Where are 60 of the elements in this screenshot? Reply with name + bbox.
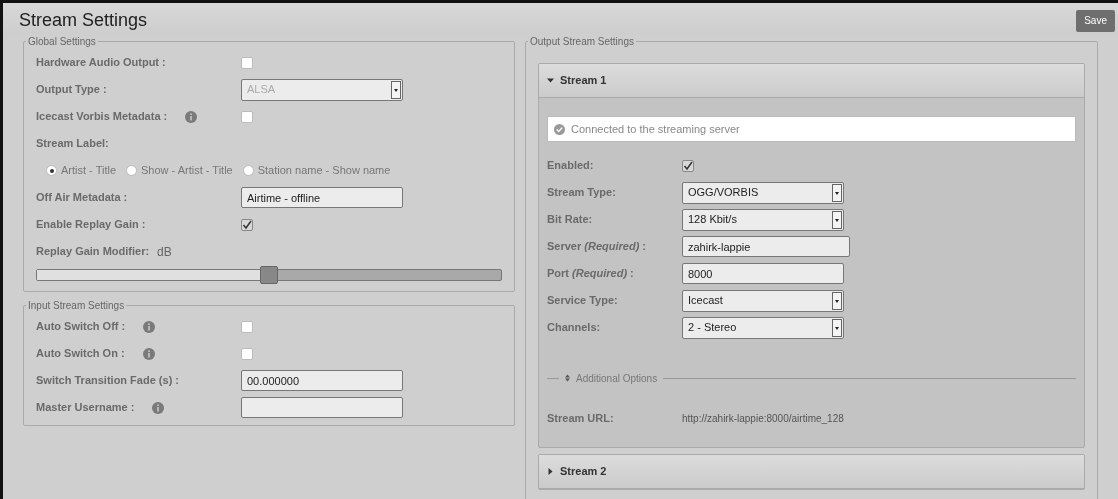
field-label: Stream Type:: [547, 185, 616, 201]
page-title: Stream Settings: [19, 9, 148, 32]
field-label: Auto Switch On :: [36, 346, 125, 362]
field-label: Master Username :: [36, 400, 135, 416]
unit-label: dB: [157, 243, 172, 261]
radio-button[interactable]: [126, 165, 137, 176]
checkbox[interactable]: [241, 110, 253, 123]
field-label: Stream Label:: [36, 136, 109, 152]
field-label: Service Type:: [547, 293, 618, 309]
text-field[interactable]: Airtime - offline: [241, 187, 403, 208]
text-field[interactable]: 00.000000: [241, 370, 403, 391]
radio-button[interactable]: [242, 165, 254, 176]
field-label: Enabled:: [547, 158, 594, 174]
checkbox[interactable]: [241, 347, 253, 360]
field-label: Bit Rate:: [547, 212, 593, 228]
field-label: Replay Gain Modifier:: [36, 244, 150, 260]
dropdown[interactable]: Icecast: [682, 289, 844, 312]
radio-label: Station name - Show name: [257, 163, 391, 179]
expand-icon: [565, 374, 570, 382]
save-button[interactable]: Save: [1076, 9, 1115, 32]
text-field[interactable]: zahirk-lappie: [682, 236, 850, 257]
checkbox[interactable]: [682, 159, 694, 172]
group-legend: Output Stream Settings: [528, 34, 636, 49]
field-label: Output Type :: [36, 82, 107, 98]
field-label: Server (Required) :: [547, 239, 647, 255]
dropdown[interactable]: OGG/VORBIS: [682, 181, 844, 204]
stream-header[interactable]: Stream 1: [539, 64, 1084, 98]
checkbox[interactable]: [241, 56, 253, 69]
field-label: Channels:: [547, 320, 601, 336]
radio-label: Artist - Title: [61, 163, 116, 179]
group-legend: Global Settings: [26, 34, 98, 49]
radio-button[interactable]: [46, 165, 57, 176]
field-label: Icecast Vorbis Metadata :: [36, 109, 168, 125]
stream-title: Stream 1: [560, 73, 607, 89]
field-label: Hardware Audio Output :: [36, 55, 166, 71]
field-label: Stream URL:: [547, 410, 615, 426]
field-label: Off Air Metadata :: [36, 190, 128, 206]
caret-icon: [832, 291, 842, 310]
caret-icon: [832, 318, 842, 337]
text-field[interactable]: 8000: [682, 263, 844, 284]
stream-url: http://zahirk-lappie:8000/airtime_128: [682, 411, 844, 426]
field-label: Enable Replay Gain :: [36, 217, 146, 233]
caret-icon: [391, 80, 401, 99]
field-label: Switch Transition Fade (s) :: [36, 373, 180, 389]
radio-label: Show - Artist - Title: [141, 163, 233, 179]
checkbox[interactable]: [241, 320, 253, 333]
slider-handle[interactable]: [260, 266, 278, 284]
stream-title: Stream 2: [560, 464, 607, 480]
caret-icon: [832, 210, 842, 229]
field-label: Port (Required) :: [547, 266, 634, 282]
checkbox[interactable]: [241, 218, 253, 231]
dropdown[interactable]: 128 Kbit/s: [682, 208, 844, 231]
dropdown[interactable]: 2 - Stereo: [682, 316, 844, 339]
stream-header[interactable]: Stream 2: [539, 455, 1084, 489]
check-circle-icon: [554, 123, 565, 135]
group-legend: Input Stream Settings: [26, 298, 127, 313]
text-field[interactable]: [241, 397, 403, 418]
status-text: Connected to the streaming server: [571, 121, 740, 137]
caret-icon: [832, 183, 842, 202]
field-label: Auto Switch Off :: [36, 319, 126, 335]
